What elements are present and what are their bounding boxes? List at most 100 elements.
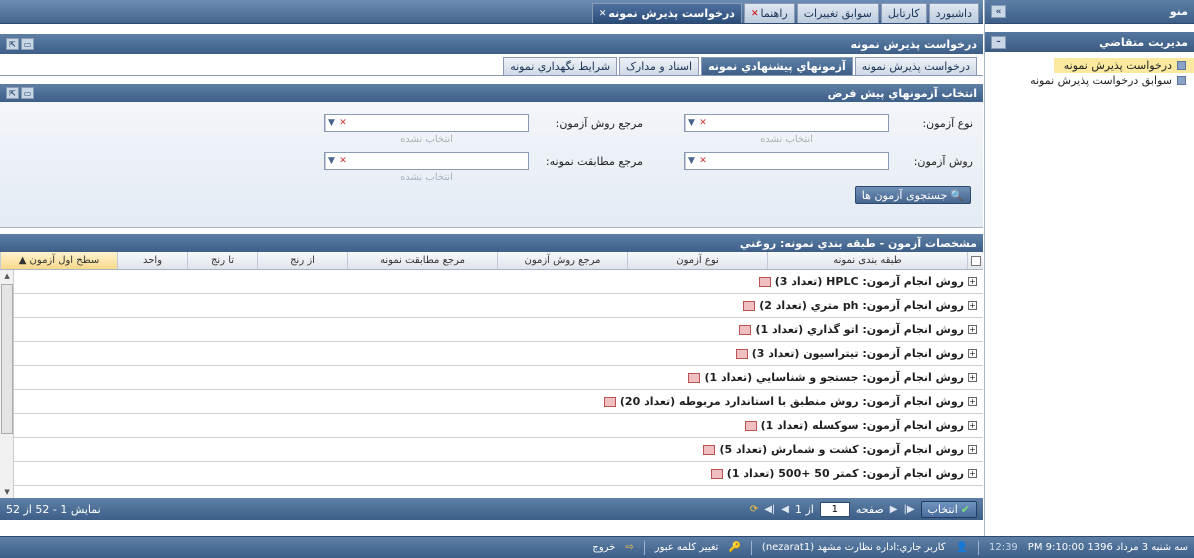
test-method-ref-input[interactable]: ✕ ▼ xyxy=(324,114,529,132)
sidebar-section-header[interactable]: مديريت متقاضي – xyxy=(985,32,1194,52)
expand-icon[interactable]: + xyxy=(968,325,977,334)
restore-icon[interactable]: ▭ xyxy=(21,87,34,99)
scroll-down-icon[interactable]: ▼ xyxy=(0,486,14,498)
expand-icon[interactable]: + xyxy=(968,373,977,382)
first-page-icon[interactable]: |◀ xyxy=(764,504,775,515)
group-row[interactable]: + روش انجام آزمون: HPLC (تعداد 3) xyxy=(14,270,983,294)
restore-icon[interactable]: ▭ xyxy=(21,38,34,50)
expand-icon[interactable]: + xyxy=(968,445,977,454)
expand-icon[interactable]: + xyxy=(968,469,977,478)
grid-icon[interactable] xyxy=(744,420,757,431)
close-icon[interactable]: ✕ xyxy=(599,9,607,19)
group-row[interactable]: + روش انجام آزمون: کشت و شمارش (تعداد 5) xyxy=(14,438,983,462)
subtab-label: اسناد و مدارک xyxy=(626,60,693,73)
scroll-up-icon[interactable]: ▲ xyxy=(0,270,14,282)
subtab-sample-request[interactable]: درخواست پذيرش نمونه xyxy=(854,57,977,75)
clear-icon[interactable]: ✕ xyxy=(697,115,709,131)
sidebar-item-sample-request[interactable]: درخواست پذيرش نمونه xyxy=(1054,58,1194,73)
chevron-down-icon[interactable]: ▼ xyxy=(685,115,697,131)
page-number-input[interactable]: 1 xyxy=(819,501,850,517)
last-page-icon[interactable]: ▶| xyxy=(903,504,914,515)
collapse-sidebar-icon[interactable]: » xyxy=(991,5,1006,18)
expand-icon[interactable]: + xyxy=(968,349,977,358)
tab-label: داشبورد xyxy=(935,7,972,20)
subtab-suggested-tests[interactable]: آزمونهاي پيشنهادي نمونه xyxy=(701,57,853,75)
column-header[interactable]: مرجع روش آزمون xyxy=(497,252,627,269)
collapse-icon[interactable]: ⇱ xyxy=(6,38,19,50)
tab-change-history[interactable]: سوابق تغييرات xyxy=(796,3,879,23)
grid-header-bar: مشخصات آزمون - طبقه بندي نمونه: روغني xyxy=(0,234,983,252)
document-icon xyxy=(1177,61,1186,70)
group-row[interactable]: + روش انجام آزمون: کمتر 50 +500 (تعداد 1) xyxy=(14,462,983,486)
tab-dashboard[interactable]: داشبورد xyxy=(928,3,979,23)
grid-icon[interactable] xyxy=(743,300,756,311)
select-button[interactable]: ✔ انتخاب xyxy=(920,500,977,518)
tab-cartable[interactable]: کارتابل xyxy=(880,3,927,23)
previous-page-icon[interactable]: ◀ xyxy=(781,504,789,515)
status-bar: سه شنبه 3 مرداد 1396 PM 9:10:00 12:39 👤 … xyxy=(0,536,1194,558)
grid-icon[interactable] xyxy=(758,276,771,287)
group-row[interactable]: + روش انجام آزمون: جستجو و شناسايي (تعداد… xyxy=(14,366,983,390)
group-row[interactable]: + روش انجام آزمون: تيتراسيون (تعداد 3) xyxy=(14,342,983,366)
filter-header: انتخاب آزمونهاي پيش فرض ▭ ⇱ xyxy=(0,84,983,102)
change-password-link[interactable]: تغيير کلمه عبور xyxy=(655,542,719,553)
close-icon[interactable]: ✕ xyxy=(751,9,759,19)
clear-icon[interactable]: ✕ xyxy=(337,153,349,169)
clear-icon[interactable]: ✕ xyxy=(697,153,709,169)
column-header[interactable]: طبقه بندی نمونه xyxy=(767,252,967,269)
search-tests-button[interactable]: 🔍 جستجوی آزمون ها xyxy=(854,186,971,204)
subtab-storage-conditions[interactable]: شرايط نگهداري نمونه xyxy=(503,57,618,75)
sidebar-item-request-history[interactable]: سوابق درخواست پذيرش نمونه xyxy=(985,73,1194,88)
sidebar-header: منو » xyxy=(985,0,1194,24)
grid-icon[interactable] xyxy=(739,324,752,335)
group-row[interactable]: + روش انجام آزمون: ph متري (تعداد 2) xyxy=(14,294,983,318)
next-page-icon[interactable]: ▶ xyxy=(890,504,898,515)
test-method-input[interactable]: ✕ ▼ xyxy=(684,152,889,170)
group-label: روش انجام آزمون: HPLC (تعداد 3) xyxy=(774,275,964,288)
group-row[interactable]: + روش انجام آزمون: روش منطبق با استاندارد… xyxy=(14,390,983,414)
sample-conformity-ref-input[interactable]: ✕ ▼ xyxy=(324,152,529,170)
separator xyxy=(643,540,645,555)
grid-column-headers: طبقه بندی نمونه نوع آزمون مرجع روش آزمون… xyxy=(0,252,983,270)
column-header[interactable]: مرجع مطابقت نمونه xyxy=(347,252,497,269)
group-row[interactable]: + روش انجام آزمون: سوکسله (تعداد 1) xyxy=(14,414,983,438)
group-label: روش انجام آزمون: اتو گذاري (تعداد 1) xyxy=(755,323,964,336)
group-row[interactable]: + روش انجام آزمون: اتو گذاري (تعداد 1) xyxy=(14,318,983,342)
vertical-scrollbar[interactable]: ▲ ▼ xyxy=(0,270,14,498)
grid-icon[interactable] xyxy=(735,348,748,359)
column-header[interactable]: تا رنج xyxy=(187,252,257,269)
grid-icon[interactable] xyxy=(603,396,616,407)
grid-icon[interactable] xyxy=(688,372,701,383)
test-type-input[interactable]: ✕ ▼ xyxy=(684,114,889,132)
clear-icon[interactable]: ✕ xyxy=(337,115,349,131)
chevron-down-icon[interactable]: ▼ xyxy=(325,115,337,131)
expand-icon[interactable]: + xyxy=(968,397,977,406)
tab-sample-request[interactable]: درخواست پذيرش نمونه ✕ xyxy=(591,3,742,23)
test-method-field: روش آزمون: ✕ ▼ xyxy=(684,152,973,170)
collapse-section-icon[interactable]: – xyxy=(991,35,1006,49)
expand-icon[interactable]: + xyxy=(968,277,977,286)
scroll-thumb[interactable] xyxy=(1,284,13,434)
select-all-checkbox[interactable] xyxy=(967,252,983,269)
panel-title: درخواست پذيرش نمونه xyxy=(850,37,977,51)
sample-conformity-ref-label: مرجع مطابقت نمونه: xyxy=(545,155,643,168)
expand-icon[interactable]: + xyxy=(968,421,977,430)
column-header[interactable]: از رنج xyxy=(257,252,347,269)
tab-help[interactable]: راهنما ✕ xyxy=(743,3,795,23)
chevron-down-icon[interactable]: ▼ xyxy=(325,153,337,169)
logout-link[interactable]: خروج xyxy=(592,542,615,553)
refresh-icon[interactable]: ⟳ xyxy=(750,504,758,515)
column-header[interactable]: نوع آزمون xyxy=(627,252,767,269)
filter-title: انتخاب آزمونهاي پيش فرض xyxy=(827,86,977,100)
test-type-hint: انتخاب نشده xyxy=(760,134,813,145)
grid-icon[interactable] xyxy=(710,468,723,479)
expand-icon[interactable]: + xyxy=(968,301,977,310)
group-label: روش انجام آزمون: کشت و شمارش (تعداد 5) xyxy=(719,443,964,456)
column-header-sorted[interactable]: سطح اول آزمون ▲ xyxy=(0,252,117,269)
subtab-documents[interactable]: اسناد و مدارک xyxy=(619,57,700,75)
column-header[interactable]: واحد xyxy=(117,252,187,269)
collapse-icon[interactable]: ⇱ xyxy=(6,87,19,99)
group-label: روش انجام آزمون: روش منطبق با استاندارد … xyxy=(619,395,964,408)
chevron-down-icon[interactable]: ▼ xyxy=(685,153,697,169)
grid-icon[interactable] xyxy=(703,444,716,455)
